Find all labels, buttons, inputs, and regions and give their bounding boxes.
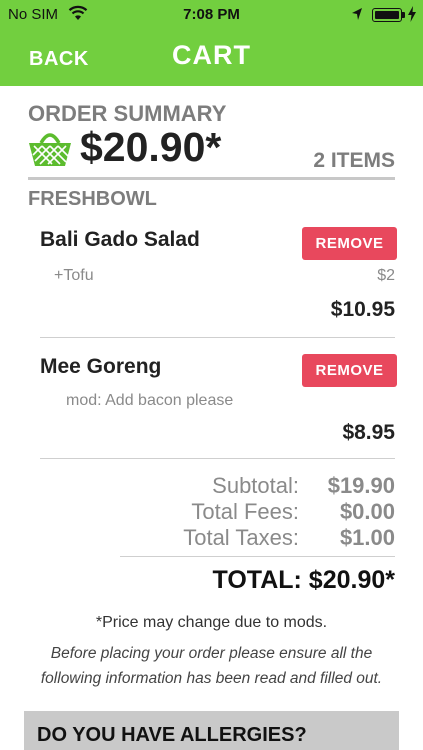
grand-total: TOTAL: $20.90* (212, 566, 395, 594)
taxes-value: $1.00 (339, 525, 395, 550)
item-price: $8.95 (342, 421, 395, 444)
page-title: CART (172, 40, 251, 70)
allergies-heading: DO YOU HAVE ALLERGIES? (37, 724, 307, 746)
order-total: $20.90* (80, 124, 222, 170)
taxes-label: Total Taxes: (183, 525, 299, 550)
item-modifier: +Tofu (54, 267, 94, 284)
remove-button[interactable]: REMOVE (302, 354, 397, 387)
item-name: Bali Gado Salad (40, 228, 200, 251)
item-count: 2 ITEMS (313, 149, 395, 172)
price-note: *Price may change due to mods. (95, 614, 328, 631)
fees-row: Total Fees: $0.00 (120, 499, 395, 525)
fees-label: Total Fees: (191, 499, 299, 524)
item-modifier: mod: Add bacon please (66, 392, 234, 409)
subtotal-row: Subtotal: $19.90 (120, 473, 395, 499)
battery-tip (402, 12, 405, 18)
divider (28, 177, 395, 180)
subtotal-label: Subtotal: (212, 473, 299, 498)
location-arrow-icon (352, 8, 362, 20)
header-bar: No SIM 7:08 PM BACK CART (0, 0, 423, 86)
status-bar: No SIM 7:08 PM (0, 0, 423, 30)
remove-button[interactable]: REMOVE (302, 227, 397, 260)
disclaimer-text: Before placing your order please ensure … (40, 645, 383, 687)
modifier-price: $2 (377, 267, 395, 284)
item-name: Mee Goreng (40, 355, 162, 378)
divider (40, 458, 395, 459)
taxes-row: Total Taxes: $1.00 (120, 525, 395, 551)
vendor-name: FRESHBOWL (28, 188, 157, 210)
divider (120, 556, 395, 557)
battery-icon (372, 8, 402, 22)
divider (40, 337, 395, 338)
allergies-section-header[interactable]: DO YOU HAVE ALLERGIES? (24, 711, 399, 750)
basket-icon (29, 133, 71, 166)
fees-value: $0.00 (339, 499, 395, 524)
item-price: $10.95 (330, 298, 395, 321)
charging-icon (408, 6, 416, 22)
subtotal-value: $19.90 (327, 473, 395, 498)
